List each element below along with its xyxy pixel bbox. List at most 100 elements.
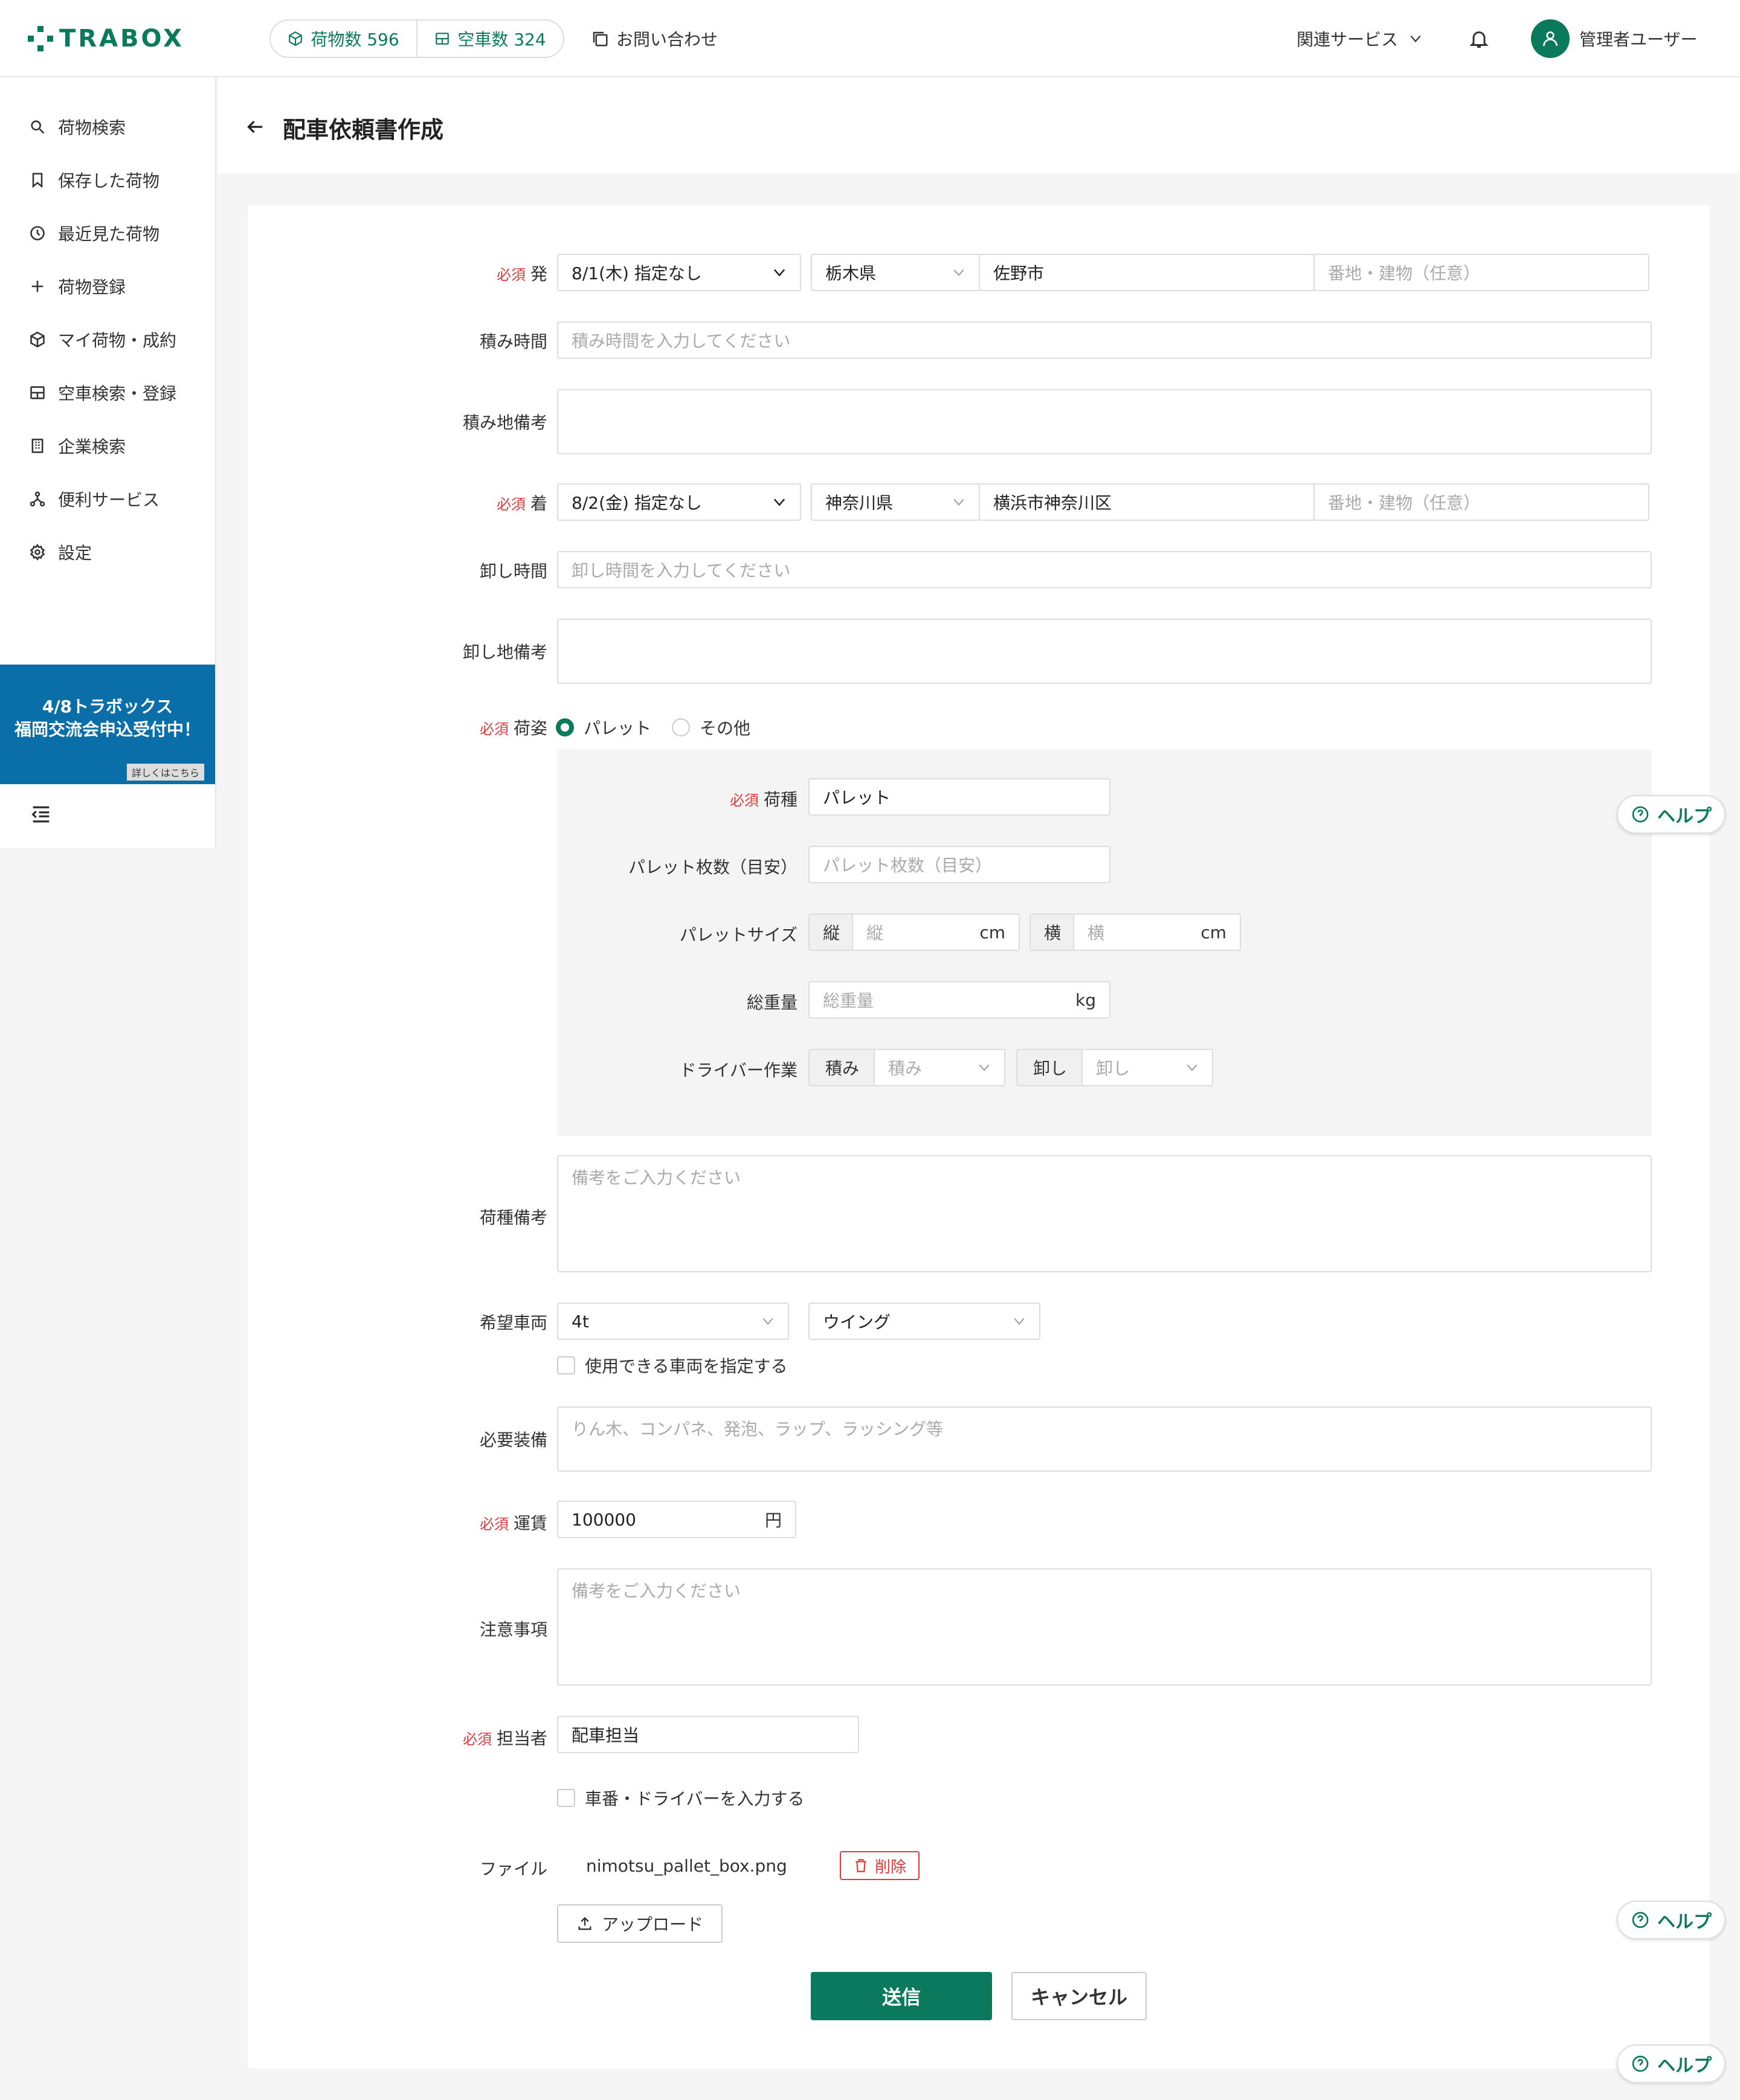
driver-load-select[interactable]: 積み <box>874 1049 1005 1086</box>
contact-label: お問い合わせ <box>616 30 718 50</box>
sidebar-item-my-cargo[interactable]: マイ荷物・成約 <box>29 325 176 354</box>
driver-unload-select[interactable]: 卸し <box>1081 1049 1213 1086</box>
question-circle-icon <box>1632 806 1649 823</box>
sidebar-item-label: 空車検索・登録 <box>58 384 177 404</box>
sidebar-item-company-search[interactable]: 企業検索 <box>29 431 126 460</box>
user-menu[interactable]: 管理者ユーザー <box>1531 19 1697 58</box>
unload-time-placeholder: 卸し時間を入力してください <box>572 561 791 581</box>
pallet-width-addon: 横 <box>1030 913 1074 951</box>
unload-note-textarea[interactable] <box>557 619 1652 684</box>
vehicle-specify-label: 使用できる車両を指定する <box>585 1356 788 1376</box>
pallet-length-placeholder: 縦 <box>866 923 884 943</box>
sidebar-item-label: 便利サービス <box>58 490 160 510</box>
required-badge: 必須 <box>462 1731 492 1748</box>
page-title-bar <box>218 77 1740 173</box>
checkbox-unchecked-icon <box>557 1356 575 1374</box>
vehicle-specify-checkbox[interactable]: 使用できる車両を指定する <box>557 1353 787 1377</box>
vehicle-size-value: 4t <box>572 1311 589 1332</box>
cargo-count-link[interactable]: 荷物数 596 <box>271 21 416 57</box>
sidebar-item-settings[interactable]: 設定 <box>29 538 92 567</box>
origin-address-input[interactable]: 番地・建物（任意） <box>1313 254 1649 291</box>
trabox-logo[interactable]: TRABOX <box>28 25 184 53</box>
equipment-textarea[interactable]: りん木、コンパネ、発泡、ラップ、ラッシング等 <box>557 1406 1652 1472</box>
sidebar-item-label: 設定 <box>58 543 92 563</box>
destination-label: 必須着 <box>459 491 547 515</box>
page-title: 配車依頼書作成 <box>283 117 444 143</box>
sidebar-item-saved-cargo[interactable]: 保存した荷物 <box>29 166 160 195</box>
sidebar-item-cargo-register[interactable]: 荷物登録 <box>29 272 126 301</box>
person-input[interactable]: 配車担当 <box>557 1716 859 1753</box>
vehicle-size-select[interactable]: 4t <box>557 1303 789 1340</box>
sidebar-collapse-button[interactable] <box>29 802 53 826</box>
cargo-type-input[interactable]: パレット <box>808 778 1110 816</box>
help-button[interactable]: ヘルプ <box>1617 2044 1726 2083</box>
destination-address-input[interactable]: 番地・建物（任意） <box>1313 483 1649 521</box>
pallet-width-input[interactable]: 横 cm <box>1073 913 1241 951</box>
cargo-note-textarea[interactable]: 備考をご入力ください <box>557 1155 1652 1272</box>
driver-unload-addon-text: 卸し <box>1033 1058 1067 1078</box>
file-delete-label: 削除 <box>874 1858 906 1876</box>
destination-prefecture-select[interactable]: 神奈川県 <box>811 483 980 521</box>
unload-time-label: 卸し時間 <box>479 561 547 581</box>
packing-radio-pallet[interactable]: パレット <box>556 715 651 739</box>
origin-label: 必須発 <box>459 261 547 285</box>
origin-date-select[interactable]: 8/1(木) 指定なし <box>557 254 801 291</box>
help-button[interactable]: ヘルプ <box>1617 795 1726 834</box>
load-time-input[interactable]: 積み時間を入力してください <box>557 321 1652 359</box>
destination-city-input[interactable]: 横浜市神奈川区 <box>979 483 1315 521</box>
chevron-down-icon <box>773 498 785 506</box>
cancel-button[interactable]: キャンセル <box>1011 1972 1147 2020</box>
fare-input[interactable]: 100000 円 <box>557 1501 796 1538</box>
packing-label-text: 荷姿 <box>513 718 547 738</box>
origin-date-value: 8/1(木) 指定なし <box>572 263 702 283</box>
total-weight-unit: kg <box>1075 990 1096 1010</box>
help-button[interactable]: ヘルプ <box>1617 1901 1726 1939</box>
vehicle-body-select[interactable]: ウイング <box>808 1303 1040 1340</box>
upload-button[interactable]: アップロード <box>557 1904 723 1943</box>
driver-input-checkbox[interactable]: 車番・ドライバーを入力する <box>557 1786 804 1810</box>
contact-link[interactable]: お問い合わせ <box>591 24 718 53</box>
notes-textarea[interactable]: 備考をご入力ください <box>557 1568 1652 1686</box>
event-banner[interactable]: 4/8トラボックス 福岡交流会申込受付中！ 詳しくはこちら <box>0 665 215 784</box>
submit-button[interactable]: 送信 <box>811 1972 992 2020</box>
pallet-count-input[interactable]: パレット枚数（目安） <box>808 846 1110 883</box>
sidebar-item-label: 荷物検索 <box>58 118 126 138</box>
total-weight-input[interactable]: 総重量 kg <box>808 981 1110 1019</box>
search-icon <box>31 120 45 134</box>
pallet-length-input[interactable]: 縦 cm <box>852 913 1020 951</box>
back-arrow-icon[interactable] <box>244 116 266 138</box>
building-icon <box>31 439 44 453</box>
vehicle-count: 空車数 324 <box>457 30 546 50</box>
required-badge: 必須 <box>479 721 509 738</box>
pallet-width-addon-text: 横 <box>1043 923 1061 943</box>
radio-selected-icon <box>556 718 574 736</box>
load-note-textarea[interactable] <box>557 389 1652 454</box>
sidebar-item-label: 荷物登録 <box>58 277 126 297</box>
sidebar-item-services[interactable]: 便利サービス <box>29 485 160 514</box>
related-services-dropdown[interactable]: 関連サービス <box>1297 24 1423 53</box>
banner-more-link[interactable]: 詳しくはこちら <box>126 764 204 781</box>
sidebar-item-vehicle-search[interactable]: 空車検索・登録 <box>29 378 176 407</box>
notes-placeholder: 備考をご入力ください <box>572 1581 741 1601</box>
destination-date-select[interactable]: 8/2(金) 指定なし <box>557 483 801 521</box>
chevron-down-icon <box>762 1318 773 1325</box>
driver-work-label: ドライバー作業 <box>679 1060 798 1080</box>
avatar <box>1531 19 1570 58</box>
user-name: 管理者ユーザー <box>1579 30 1698 50</box>
file-delete-button[interactable]: 削除 <box>840 1851 920 1880</box>
destination-city-value: 横浜市神奈川区 <box>993 493 1112 513</box>
packing-radio-other[interactable]: その他 <box>672 715 750 739</box>
notification-bell[interactable] <box>1466 24 1492 53</box>
origin-prefecture-select[interactable]: 栃木県 <box>811 254 980 291</box>
notes-label: 注意事項 <box>479 1620 547 1640</box>
driver-load-placeholder: 積み <box>888 1058 923 1078</box>
chevron-down-icon <box>773 269 785 277</box>
unload-time-input[interactable]: 卸し時間を入力してください <box>557 551 1652 588</box>
sidebar-item-recent-cargo[interactable]: 最近見た荷物 <box>29 219 160 248</box>
vehicle-count-link[interactable]: 空車数 324 <box>416 21 563 57</box>
sidebar-item-cargo-search[interactable]: 荷物検索 <box>29 112 126 141</box>
origin-city-input[interactable]: 佐野市 <box>979 254 1315 291</box>
sidebar-item-label: 保存した荷物 <box>58 171 160 191</box>
box-icon <box>289 31 303 47</box>
question-circle-icon <box>1632 2055 1649 2072</box>
